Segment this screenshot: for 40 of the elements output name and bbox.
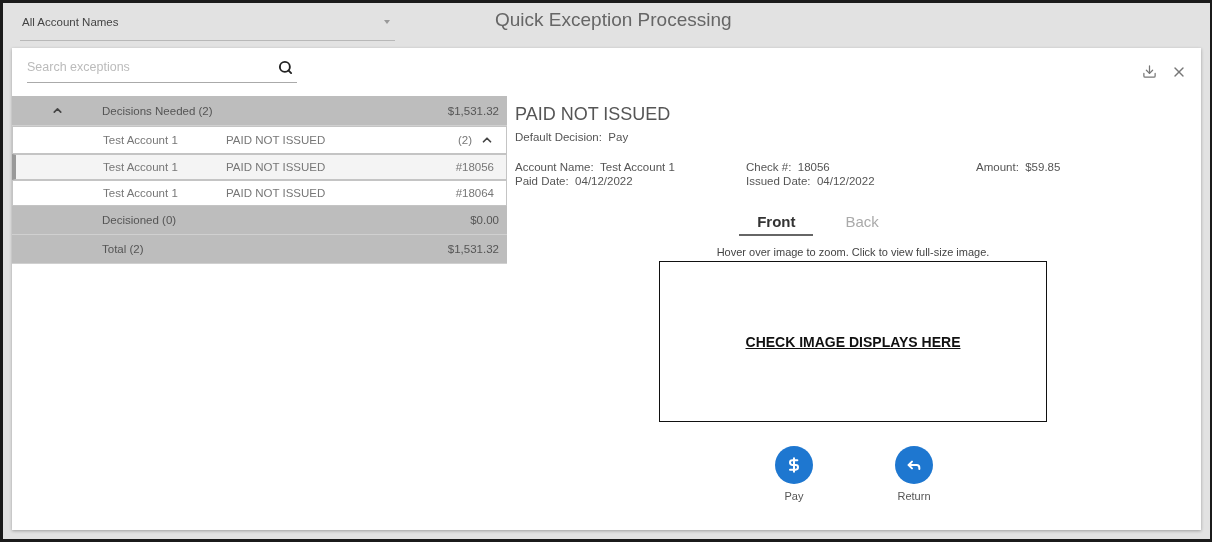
image-tab[interactable]: Front [739,211,814,236]
caret-icon [384,20,390,24]
return-button[interactable] [895,446,933,484]
account-dropdown[interactable]: All Account Names [20,4,395,41]
zoom-hint: Hover over image to zoom. Click to view full-size image. [715,246,991,258]
account-name: Test Account 1 [103,134,179,146]
search-icon[interactable] [278,60,293,75]
summary-amount: $1,531.32 [447,243,499,255]
default-decision: Default Decision: Pay [515,131,630,143]
download-icon[interactable] [1142,64,1157,79]
detail-field: Check #: 18056 [746,161,976,173]
summary-label: Decisioned (0) [102,214,178,226]
action-label: Return [897,490,931,502]
action-label: Pay [784,490,804,502]
item-count: (2) [457,134,472,146]
exception-type: PAID NOT ISSUED [226,187,327,199]
detail-field: Paid Date: 04/12/2022 [515,175,746,187]
detail-field: Amount: $59.85 [976,161,1191,173]
pay-button[interactable] [775,446,813,484]
subgroup-row[interactable]: Test Account 1 PAID NOT ISSUED (2) [12,126,507,154]
image-placeholder-text: CHECK IMAGE DISPLAYS HERE [745,333,961,350]
summary-amount: $0.00 [470,214,499,226]
page-title: Quick Exception Processing [495,9,732,31]
group-label: Decisions Needed (2) [102,104,214,117]
dollar-icon [786,457,802,473]
summary-label: Total (2) [102,243,145,255]
check-number: #18056 [455,161,494,173]
exception-row[interactable]: Test Account 1 PAID NOT ISSUED #18056 [12,154,507,180]
exception-type: PAID NOT ISSUED [226,161,327,173]
exception-title: PAID NOT ISSUED [515,104,672,125]
exception-type: PAID NOT ISSUED [226,134,327,146]
check-number: #18064 [455,187,494,199]
check-image-frame[interactable]: CHECK IMAGE DISPLAYS HERE [659,261,1047,422]
group-amount: $1,531.32 [447,104,499,117]
account-name: Test Account 1 [103,161,179,173]
exception-row[interactable]: Test Account 1 PAID NOT ISSUED #18064 [12,180,507,206]
account-name: Test Account 1 [103,187,179,199]
group-header[interactable]: Decisions Needed (2) $1,531.32 [12,96,507,126]
detail-field: Issued Date: 04/12/2022 [746,175,976,187]
detail-field: Account Name: Test Account 1 [515,161,746,173]
